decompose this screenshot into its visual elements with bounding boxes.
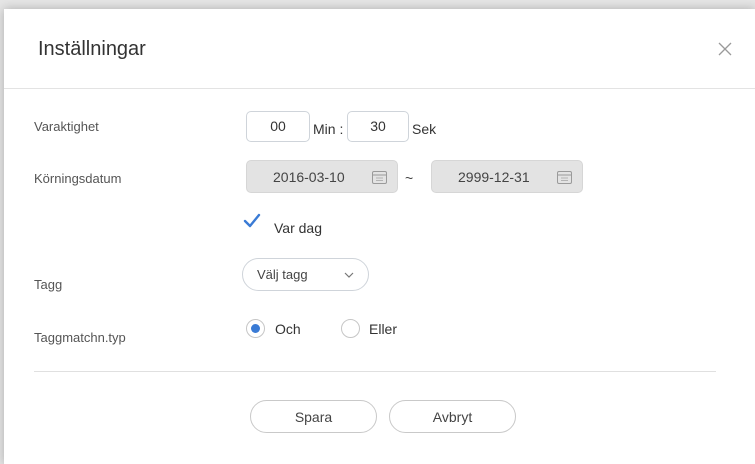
date-range-separator: ~ <box>405 170 414 186</box>
radio-eller[interactable] <box>341 319 360 338</box>
run-date-label: Körningsdatum <box>34 171 122 186</box>
start-date-field[interactable]: 2016-03-10 <box>246 160 398 193</box>
start-date-value: 2016-03-10 <box>273 169 345 185</box>
calendar-icon[interactable] <box>372 170 387 184</box>
chevron-down-icon <box>344 272 354 278</box>
save-button[interactable]: Spara <box>250 400 377 433</box>
footer-divider <box>34 371 716 372</box>
tag-label: Tagg <box>34 277 63 292</box>
settings-dialog: Inställningar <box>4 9 755 464</box>
dialog-title: Inställningar <box>38 38 146 60</box>
seconds-unit: Sek <box>412 121 437 137</box>
dialog-header: Inställningar <box>4 9 755 89</box>
minutes-unit: Min : <box>313 121 344 137</box>
tag-select-text: Välj tagg <box>257 267 308 282</box>
radio-eller-label[interactable]: Eller <box>369 321 397 337</box>
radio-och-label[interactable]: Och <box>275 321 301 337</box>
minutes-input[interactable]: 00 <box>246 111 310 142</box>
tag-select[interactable]: Välj tagg <box>242 258 369 291</box>
close-icon[interactable] <box>717 41 733 57</box>
duration-label: Varaktighet <box>34 119 99 134</box>
end-date-field[interactable]: 2999-12-31 <box>431 160 583 193</box>
every-day-checkbox[interactable] <box>242 211 262 231</box>
cancel-button[interactable]: Avbryt <box>389 400 516 433</box>
radio-och[interactable] <box>246 319 265 338</box>
tag-match-label: Taggmatchn.typ <box>34 330 126 345</box>
seconds-input[interactable]: 30 <box>347 111 409 142</box>
end-date-value: 2999-12-31 <box>458 169 530 185</box>
calendar-icon[interactable] <box>557 170 572 184</box>
every-day-label[interactable]: Var dag <box>274 220 322 236</box>
